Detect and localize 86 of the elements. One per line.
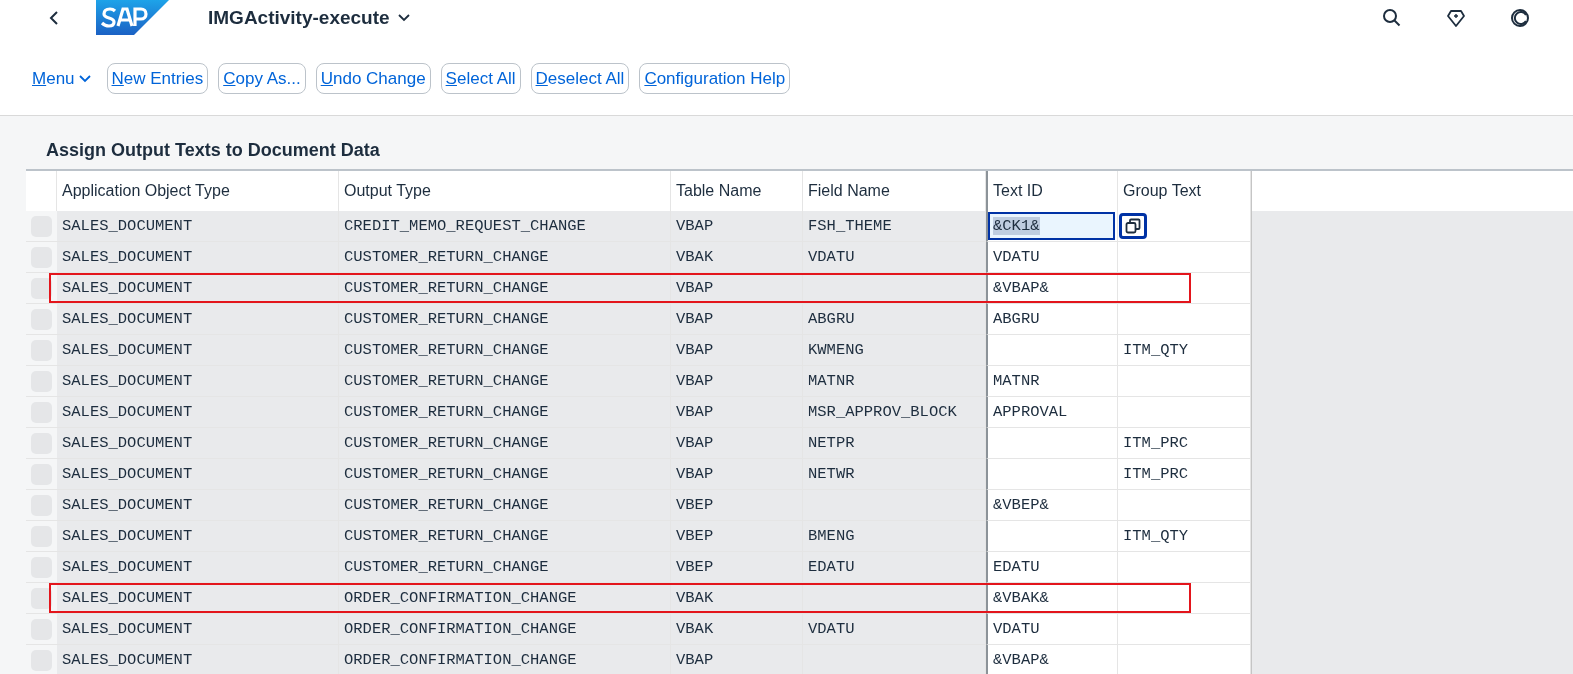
table-cell[interactable]: APPROVAL bbox=[986, 397, 1118, 428]
table-cell: ABGRU bbox=[803, 304, 986, 335]
table-cell[interactable]: EDATU bbox=[986, 552, 1118, 583]
column-header: Field Name bbox=[803, 171, 986, 211]
text-id-field[interactable]: &CK1& bbox=[986, 211, 1118, 242]
chevron-down-icon bbox=[78, 74, 91, 83]
table-cell: CUSTOMER_RETURN_CHANGE bbox=[339, 490, 671, 521]
table-cell: SALES_DOCUMENT bbox=[57, 428, 339, 459]
table-cell[interactable]: MATNR bbox=[986, 366, 1118, 397]
column-header: Group Text bbox=[1118, 171, 1251, 211]
table-cell[interactable]: VDATU bbox=[986, 614, 1118, 645]
toolbar-button[interactable]: Configuration Help bbox=[639, 63, 791, 94]
table-cell: SALES_DOCUMENT bbox=[57, 211, 339, 242]
table-cell: SALES_DOCUMENT bbox=[57, 366, 339, 397]
table-cell: SALES_DOCUMENT bbox=[57, 304, 339, 335]
table-cell[interactable]: ABGRU bbox=[986, 304, 1118, 335]
table-cell[interactable]: &VBEP& bbox=[986, 490, 1118, 521]
menu-button[interactable]: Menu bbox=[32, 68, 97, 89]
table-cell: SALES_DOCUMENT bbox=[57, 397, 339, 428]
table-cell[interactable]: ITM_PRC bbox=[1118, 428, 1251, 459]
table-cell[interactable]: ITM_QTY bbox=[1118, 521, 1251, 552]
table-cell: SALES_DOCUMENT bbox=[57, 614, 339, 645]
toolbar-button[interactable]: Deselect All bbox=[530, 63, 630, 94]
table-cell: CUSTOMER_RETURN_CHANGE bbox=[339, 428, 671, 459]
table-cell: VBEP bbox=[671, 552, 803, 583]
table-cell: VBAK bbox=[671, 242, 803, 273]
table-cell: FSH_THEME bbox=[803, 211, 986, 242]
table-cell: CUSTOMER_RETURN_CHANGE bbox=[339, 304, 671, 335]
table-cell: CREDIT_MEMO_REQUEST_CHANGE bbox=[339, 211, 671, 242]
table-title: Assign Output Texts to Document Data bbox=[45, 140, 381, 162]
table-cell: VBAP bbox=[671, 211, 803, 242]
table-cell: NETPR bbox=[803, 428, 986, 459]
table-cell: NETWR bbox=[803, 459, 986, 490]
copy-icon bbox=[1125, 218, 1141, 234]
column-header: Output Type bbox=[339, 171, 671, 211]
table-cell: CUSTOMER_RETURN_CHANGE bbox=[339, 521, 671, 552]
table-cell: VBAP bbox=[671, 645, 803, 674]
table-cell: EDATU bbox=[803, 552, 986, 583]
toolbar-button[interactable]: Copy As... bbox=[218, 63, 306, 94]
table-cell: SALES_DOCUMENT bbox=[57, 335, 339, 366]
chevron-left-icon bbox=[49, 10, 59, 26]
table-cell: VBEP bbox=[671, 490, 803, 521]
table-cell: CUSTOMER_RETURN_CHANGE bbox=[339, 552, 671, 583]
table-cell: CUSTOMER_RETURN_CHANGE bbox=[339, 366, 671, 397]
table-cell: CUSTOMER_RETURN_CHANGE bbox=[339, 397, 671, 428]
chevron-down-icon bbox=[397, 14, 410, 22]
toolbar-button[interactable]: Select All bbox=[440, 63, 521, 94]
table-cell[interactable]: ITM_PRC bbox=[1118, 459, 1251, 490]
table-cell: SALES_DOCUMENT bbox=[57, 459, 339, 490]
table-cell: VBAK bbox=[671, 614, 803, 645]
table-cell: VBAP bbox=[671, 335, 803, 366]
value-help-button[interactable] bbox=[1119, 213, 1147, 239]
table-cell: SALES_DOCUMENT bbox=[57, 490, 339, 521]
column-header: Table Name bbox=[671, 171, 803, 211]
table-cell: SALES_DOCUMENT bbox=[57, 521, 339, 552]
table-cell[interactable]: &VBAP& bbox=[986, 645, 1118, 674]
table-cell: VBAP bbox=[671, 397, 803, 428]
table-cell: VDATU bbox=[803, 242, 986, 273]
table-cell: ORDER_CONFIRMATION_CHANGE bbox=[339, 614, 671, 645]
table-cell: MSR_APPROV_BLOCK bbox=[803, 397, 986, 428]
table-cell: SALES_DOCUMENT bbox=[57, 552, 339, 583]
table-cell: VBAP bbox=[671, 304, 803, 335]
column-header: Text ID bbox=[986, 171, 1118, 211]
table-cell: VBEP bbox=[671, 521, 803, 552]
table-cell: VDATU bbox=[803, 614, 986, 645]
table-cell: VBAP bbox=[671, 459, 803, 490]
search-icon bbox=[1382, 8, 1402, 28]
toolbar-button[interactable]: Undo Change bbox=[315, 63, 431, 94]
table-cell: VBAP bbox=[671, 428, 803, 459]
table-cell: MATNR bbox=[803, 366, 986, 397]
table-cell[interactable]: ITM_QTY bbox=[1118, 335, 1251, 366]
table-cell: CUSTOMER_RETURN_CHANGE bbox=[339, 242, 671, 273]
table-cell: SALES_DOCUMENT bbox=[57, 242, 339, 273]
toolbar-button[interactable]: New Entries bbox=[106, 63, 209, 94]
app-title-menu[interactable]: IMGActivity-execute bbox=[208, 7, 410, 29]
concentric-circles-icon bbox=[1510, 8, 1530, 28]
table-cell: SALES_DOCUMENT bbox=[57, 645, 339, 674]
table-cell: CUSTOMER_RETURN_CHANGE bbox=[339, 335, 671, 366]
table-cell: CUSTOMER_RETURN_CHANGE bbox=[339, 459, 671, 490]
table-cell: ORDER_CONFIRMATION_CHANGE bbox=[339, 645, 671, 674]
table-cell: BMENG bbox=[803, 521, 986, 552]
table-cell[interactable]: VDATU bbox=[986, 242, 1118, 273]
diamond-icon bbox=[1446, 8, 1466, 28]
table-cell: VBAP bbox=[671, 366, 803, 397]
table-cell: KWMENG bbox=[803, 335, 986, 366]
column-header: Application Object Type bbox=[57, 171, 339, 211]
